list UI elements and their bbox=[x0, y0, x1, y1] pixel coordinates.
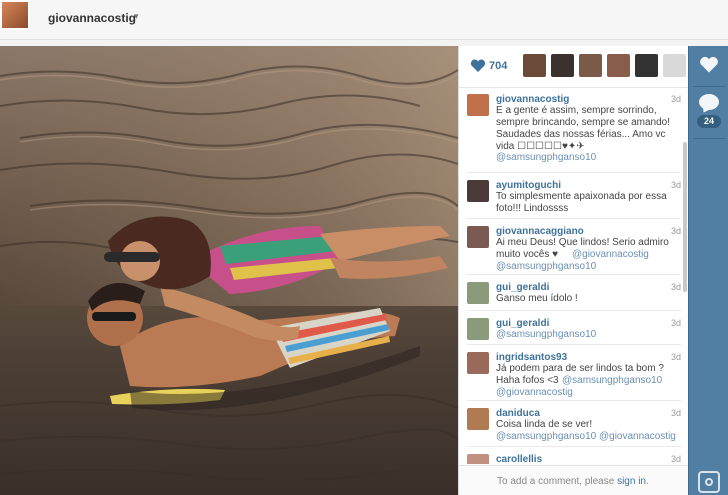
comments-scrollbar[interactable] bbox=[683, 142, 687, 292]
comment-username[interactable]: carollellis bbox=[496, 454, 542, 464]
comment-avatar[interactable] bbox=[467, 454, 489, 464]
comment-time: 3d bbox=[670, 318, 681, 328]
heart-icon bbox=[700, 56, 718, 73]
comment-username[interactable]: giovannacostig bbox=[496, 94, 569, 105]
comment-mention[interactable]: @giovannacostig bbox=[572, 249, 649, 261]
divider bbox=[693, 138, 725, 139]
comment-time: 3d bbox=[670, 454, 681, 464]
comment-username[interactable]: giovannacaggiano bbox=[496, 226, 584, 237]
action-bar: 24 bbox=[688, 46, 728, 495]
chevron-down-icon[interactable]: ▾ bbox=[134, 11, 139, 22]
divider bbox=[467, 400, 681, 401]
divider bbox=[467, 218, 681, 219]
comment-text: Ganso meu ídolo ! bbox=[496, 293, 578, 304]
comment-mention[interactable]: @samsungphganso10 @giovannacostig bbox=[496, 431, 676, 443]
comment-text: Coisa linda de se ver! bbox=[496, 419, 593, 430]
instagram-logo-icon[interactable] bbox=[698, 471, 720, 493]
liker-avatar[interactable] bbox=[523, 54, 546, 77]
comment-time: 3d bbox=[670, 226, 681, 236]
comment-avatar[interactable] bbox=[467, 226, 489, 248]
comments-list[interactable]: giovannacostig 3d E a gente é assim, sem… bbox=[459, 88, 689, 464]
camera-lens-icon bbox=[705, 478, 713, 486]
divider bbox=[467, 310, 681, 311]
liker-avatar[interactable] bbox=[579, 54, 602, 77]
liker-avatar[interactable] bbox=[635, 54, 658, 77]
add-comment-prompt: To add a comment, please sign in. bbox=[497, 476, 649, 487]
comment-avatar[interactable] bbox=[467, 408, 489, 430]
profile-username[interactable]: giovannacostig bbox=[48, 11, 136, 25]
comment-username[interactable]: ayumitoguchi bbox=[496, 180, 561, 191]
add-comment-bar: To add a comment, please sign in. bbox=[459, 465, 689, 495]
comment-avatar[interactable] bbox=[467, 282, 489, 304]
post-photo[interactable] bbox=[0, 46, 458, 495]
comment-avatar[interactable] bbox=[467, 352, 489, 374]
comment-time: 3d bbox=[670, 180, 681, 190]
comment-text: To simplesmente apaixonada por essa foto… bbox=[496, 191, 667, 214]
comment-count-badge: 24 bbox=[697, 115, 721, 128]
divider bbox=[467, 172, 681, 173]
sign-in-link[interactable]: sign in bbox=[617, 476, 646, 487]
comment-username[interactable]: daniduca bbox=[496, 408, 540, 419]
comment-mention[interactable]: @samsungphganso10 bbox=[496, 261, 596, 273]
comment-mention[interactable]: @samsungphganso10 bbox=[496, 329, 596, 341]
comment-button[interactable]: 24 bbox=[689, 88, 728, 136]
comment-time: 3d bbox=[670, 282, 681, 292]
likes-bar: 704 bbox=[459, 46, 689, 88]
comment-time: 3d bbox=[670, 408, 681, 418]
comment-username[interactable]: ingridsantos93 bbox=[496, 352, 567, 363]
liker-avatar[interactable] bbox=[551, 54, 574, 77]
divider bbox=[693, 86, 725, 87]
top-bar: giovannacostig ▾ bbox=[0, 0, 728, 40]
like-button[interactable] bbox=[689, 46, 728, 84]
comment-time: 3d bbox=[670, 352, 681, 362]
comment-username[interactable]: gui_geraldi bbox=[496, 318, 549, 329]
photo-image bbox=[0, 46, 458, 495]
comment-mention[interactable]: @samsungphganso10 bbox=[496, 152, 596, 164]
comment-mention[interactable]: @samsungphganso10 bbox=[562, 375, 662, 387]
comment-text: E a gente é assim, sempre sorrindo, semp… bbox=[496, 105, 670, 152]
divider bbox=[467, 344, 681, 345]
liker-avatar[interactable] bbox=[663, 54, 686, 77]
comment-avatar[interactable] bbox=[467, 94, 489, 116]
comment-mention[interactable]: @giovannacostig bbox=[496, 387, 573, 399]
profile-avatar[interactable] bbox=[0, 0, 30, 30]
comment-time: 3d bbox=[670, 94, 681, 104]
comment-username[interactable]: gui_geraldi bbox=[496, 282, 549, 293]
heart-icon[interactable] bbox=[470, 59, 486, 73]
divider bbox=[467, 274, 681, 275]
comment-avatar[interactable] bbox=[467, 180, 489, 202]
divider bbox=[467, 446, 681, 447]
post-sidebar: 704 giovannacostig 3d E a gente é assim,… bbox=[458, 46, 689, 495]
likes-count[interactable]: 704 bbox=[489, 60, 507, 72]
comment-avatar[interactable] bbox=[467, 318, 489, 340]
liker-avatar[interactable] bbox=[607, 54, 630, 77]
